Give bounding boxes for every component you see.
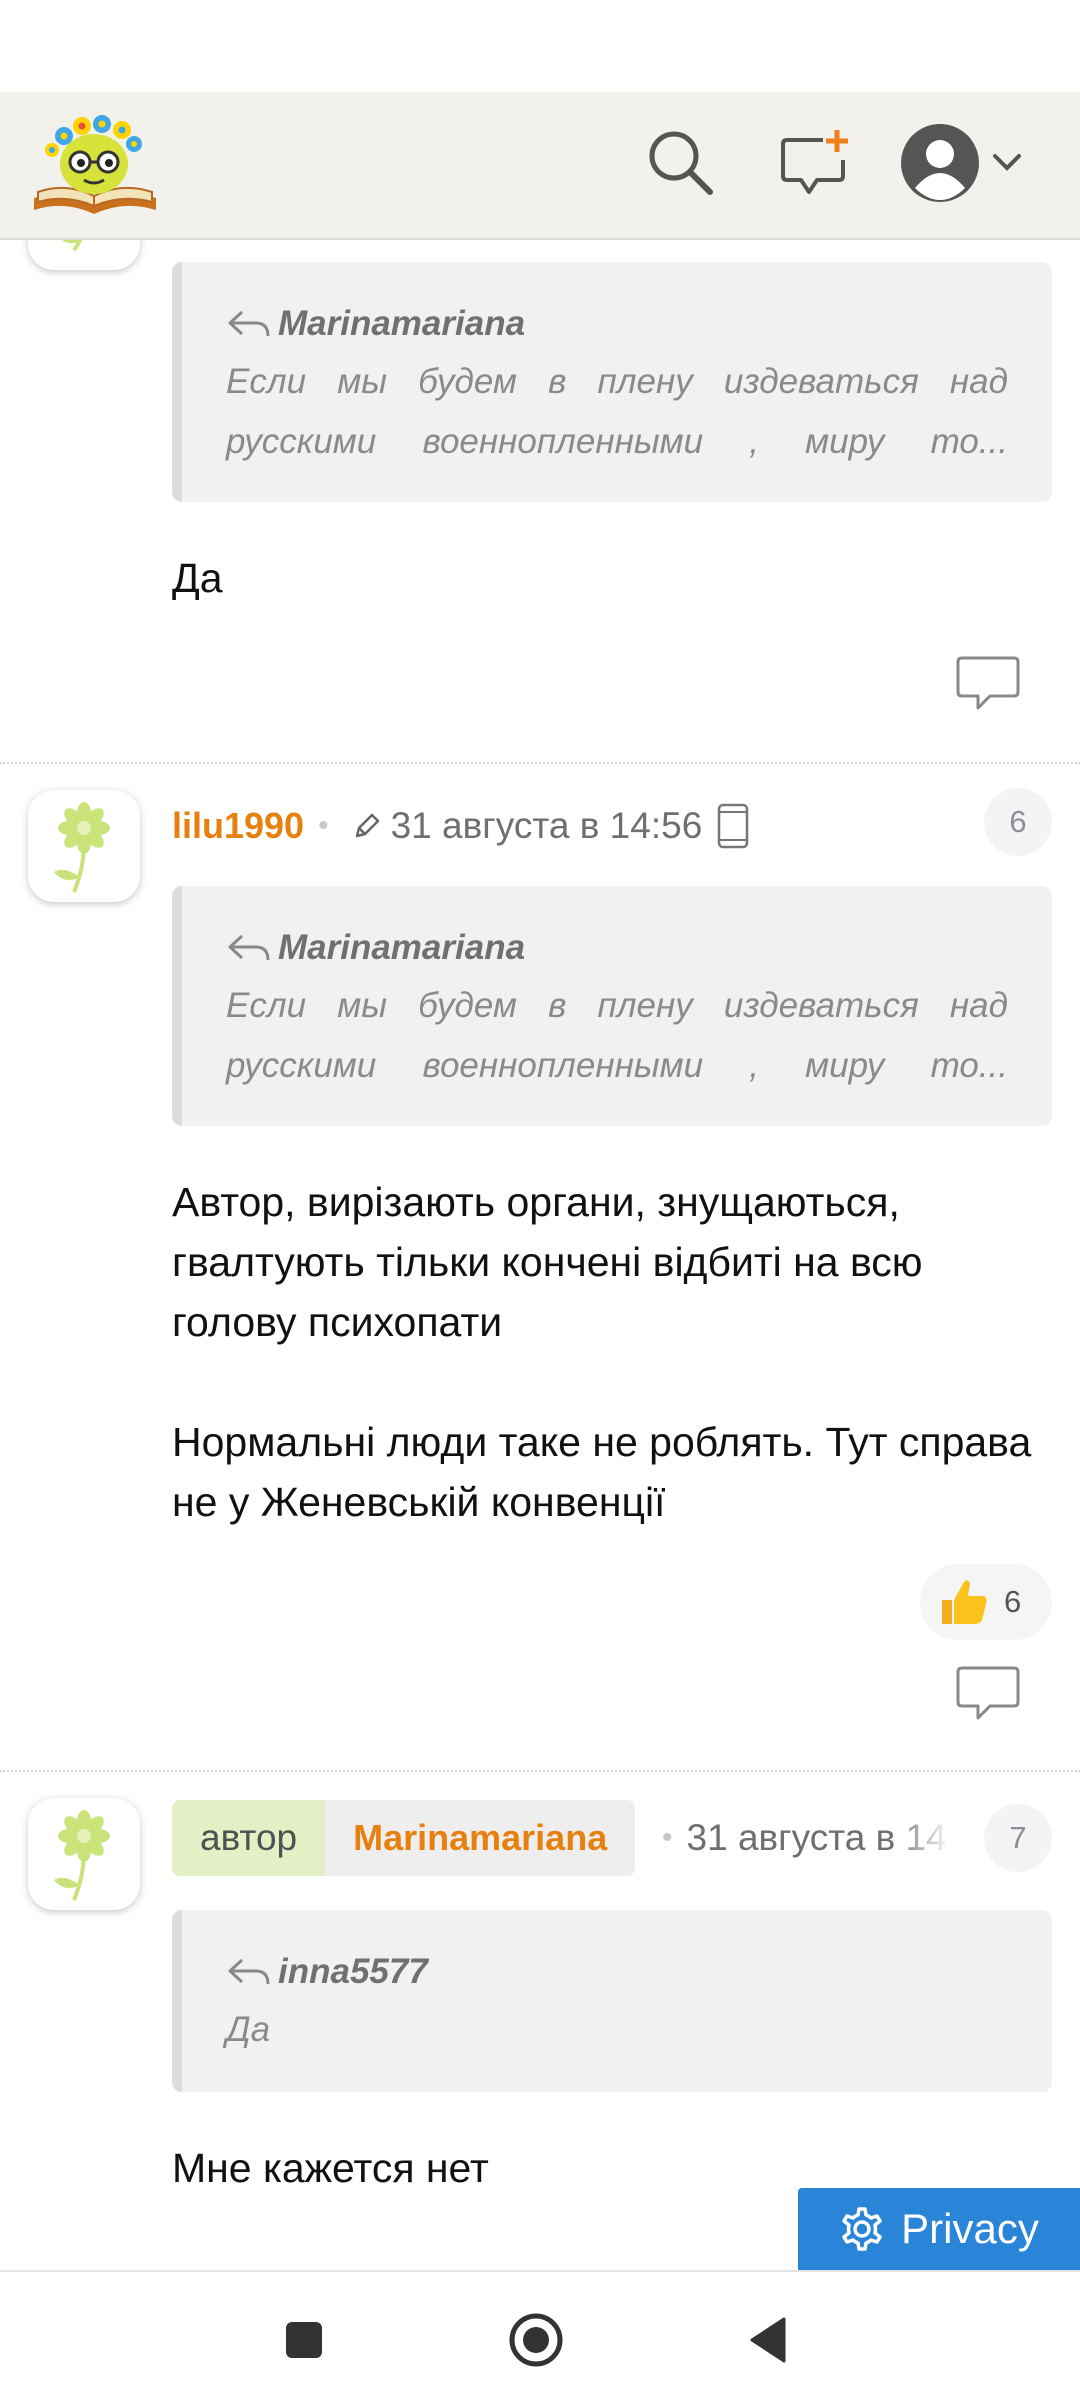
username-link[interactable]: Marinamariana <box>325 1800 636 1876</box>
recent-apps-button[interactable] <box>264 2300 344 2380</box>
system-nav-bar <box>0 2270 1080 2400</box>
avatar[interactable] <box>28 790 140 902</box>
new-message-plus-icon <box>781 130 848 194</box>
comment-paragraph: Нормальні люди таке не роблять. Тут спра… <box>172 1419 1032 1525</box>
divider <box>0 1770 1080 1772</box>
quote-author: Marinamariana <box>226 300 1008 348</box>
flower-avatar-icon <box>54 802 110 893</box>
quote-author: Marinamariana <box>226 924 1008 972</box>
pencil-edit-icon <box>355 813 379 838</box>
reply-button[interactable] <box>956 1664 1020 1724</box>
user-avatar-icon <box>901 124 979 202</box>
comment-date: 31 августа в 14 <box>686 1817 947 1858</box>
quote-text: Если мы будем в плену издеваться над рус… <box>226 986 1008 1085</box>
back-button[interactable] <box>728 2300 808 2380</box>
chevron-down-icon <box>993 154 1021 171</box>
comment-feed[interactable]: Marinamariana Если мы будем в плену изде… <box>0 240 1080 2270</box>
privacy-label: Privacy <box>901 2205 1039 2252</box>
reply-arrow-icon <box>228 934 270 961</box>
back-triangle-icon <box>750 2317 786 2363</box>
privacy-button[interactable]: Privacy <box>798 2188 1080 2270</box>
quote-block[interactable]: inna5577 Да <box>172 1910 1052 2092</box>
home-circle-icon <box>509 2313 563 2367</box>
status-bar <box>0 0 1080 92</box>
app-header <box>0 92 1080 240</box>
search-icon <box>649 131 713 195</box>
reply-arrow-icon <box>228 310 270 337</box>
comment-body: Автор, вирізають органи, знущаються, гва… <box>172 1172 1032 1532</box>
comment-paragraph: Автор, вирізають органи, знущаються, гва… <box>172 1179 923 1345</box>
quote-text: Да <box>226 2010 271 2049</box>
quote-block[interactable]: Marinamariana Если мы будем в плену изде… <box>172 886 1052 1126</box>
author-tag: автор <box>172 1800 326 1876</box>
new-topic-button[interactable] <box>775 122 855 202</box>
user-menu-button[interactable] <box>895 118 1055 208</box>
square-icon <box>286 2322 322 2358</box>
quote-block[interactable]: Marinamariana Если мы будем в плену изде… <box>172 262 1052 502</box>
reply-arrow-icon <box>228 1958 270 1985</box>
quote-text: Если мы будем в плену издеваться над рус… <box>226 362 1008 461</box>
search-button[interactable] <box>640 122 720 202</box>
comment-date: 31 августа в 14:56 <box>390 805 703 846</box>
reply-button[interactable] <box>956 654 1020 714</box>
comment-meta: • 31 августа в 14 <box>662 1800 952 1876</box>
username-link[interactable]: lilu1990 <box>172 805 304 847</box>
divider <box>0 762 1080 764</box>
quote-author: inna5577 <box>226 1948 1008 1996</box>
comment-meta: lilu1990 • 31 августа в 14:56 <box>172 794 750 858</box>
home-button[interactable] <box>496 2300 576 2380</box>
gear-icon <box>842 2207 882 2251</box>
comment-bubble-icon <box>956 656 1020 710</box>
comment-number-badge[interactable]: 7 <box>984 1804 1052 1872</box>
thumbs-up-icon <box>942 1580 987 1624</box>
comment-bubble-icon <box>956 1666 1020 1720</box>
flower-avatar-icon <box>54 1810 110 1901</box>
flower-avatar-icon <box>62 240 83 252</box>
site-logo[interactable] <box>30 106 160 221</box>
like-count: 6 <box>1004 1584 1022 1619</box>
mobile-device-icon <box>718 803 749 849</box>
comment-number-badge[interactable]: 6 <box>984 788 1052 856</box>
comment-body: Да <box>172 555 223 601</box>
author-label-group: автор Marinamariana <box>172 1800 636 1876</box>
avatar[interactable] <box>28 1798 140 1910</box>
like-button[interactable]: 6 <box>920 1564 1052 1640</box>
avatar[interactable] <box>28 240 140 270</box>
